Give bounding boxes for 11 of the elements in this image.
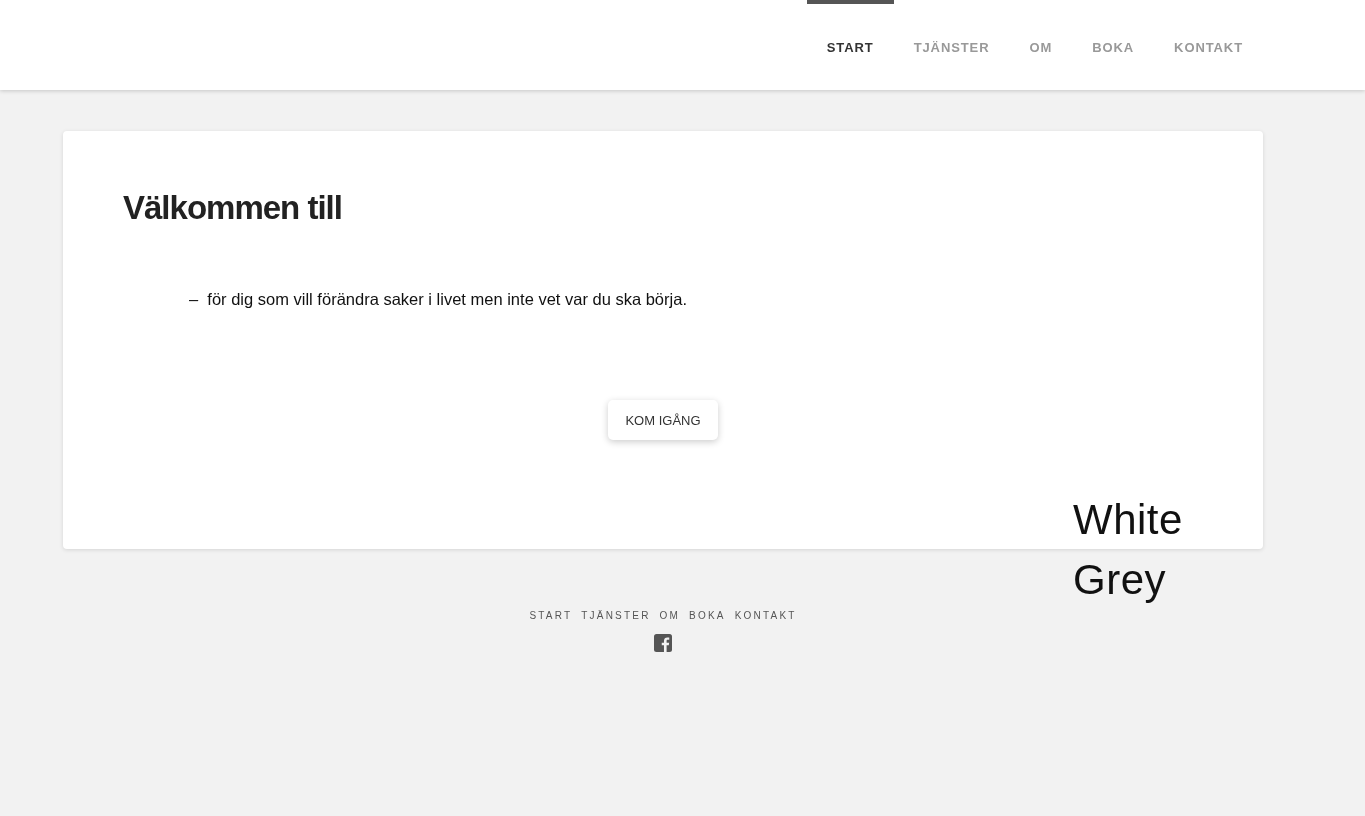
- nav-link[interactable]: START: [806, 0, 894, 90]
- footer-link[interactable]: START: [529, 609, 573, 623]
- footer-link[interactable]: TJÄNSTER: [581, 609, 651, 623]
- get-started-button[interactable]: KOM IGÅNG: [608, 400, 718, 440]
- intro-text: – för dig som vill förändra saker i livet men inte vet var du ska börja.: [189, 289, 687, 310]
- theme-label: White Grey: [1073, 495, 1184, 605]
- welcome-heading: Välkommen till: [123, 188, 342, 228]
- footer-link[interactable]: BOKA: [689, 609, 726, 623]
- footer-link[interactable]: OM: [659, 609, 681, 623]
- facebook-icon[interactable]: [654, 634, 672, 652]
- footer-link[interactable]: KONTAKT: [734, 609, 797, 623]
